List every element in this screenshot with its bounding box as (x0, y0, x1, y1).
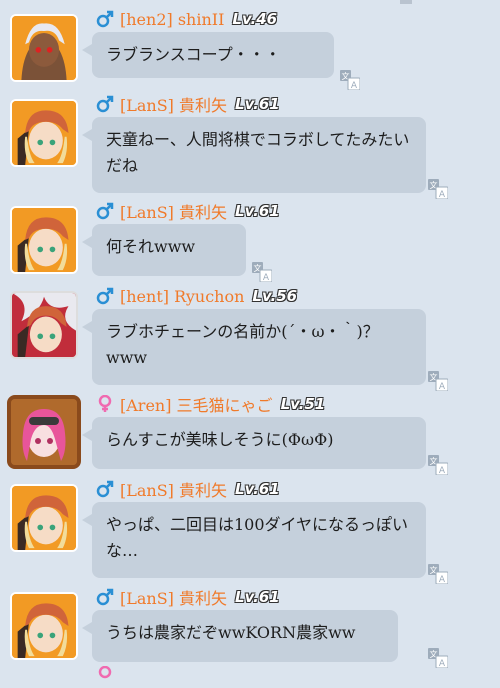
message-bubble: ラブランスコープ・・・ (82, 32, 334, 78)
message-text: うちは農家だぞwwKORN農家ww (106, 623, 356, 642)
male-icon (96, 287, 114, 305)
message-text: 天童ねー、人間将棋でコラボしてたみたいだね (106, 130, 410, 175)
translate-icon[interactable]: 文A (252, 262, 273, 283)
sender-name[interactable]: [LanS] 貴利矢 (120, 199, 227, 223)
scroll-indicator (400, 0, 412, 4)
translate-icon[interactable]: 文A (428, 648, 449, 669)
message-bubble: 何それwww (82, 224, 246, 276)
translate-icon[interactable]: 文A (428, 455, 449, 476)
avatar[interactable] (10, 206, 78, 274)
svg-text:A: A (439, 190, 446, 199)
translate-icon[interactable]: 文A (428, 179, 449, 200)
svg-text:A: A (439, 382, 446, 391)
level-badge: Lv.56 (252, 287, 298, 305)
message-text: ラブランスコープ・・・ (106, 45, 281, 64)
level-badge: Lv.61 (235, 588, 280, 606)
level-badge: Lv.61 (235, 202, 280, 220)
translate-icon[interactable]: 文A (428, 371, 449, 392)
message-text: らんすこが美味しそうに(ΦωΦ) (106, 430, 334, 449)
male-icon (96, 10, 114, 28)
message-bubble: うちは農家だぞwwKORN農家ww (82, 610, 398, 662)
message-bubble: 天童ねー、人間将棋でコラボしてたみたいだね (82, 117, 426, 193)
female-icon (96, 394, 114, 413)
svg-text:A: A (439, 659, 446, 668)
sender-name[interactable]: [Aren] 三毛猫にゃご (120, 392, 273, 416)
avatar[interactable] (10, 99, 78, 167)
avatar[interactable] (10, 14, 78, 82)
male-icon (96, 480, 114, 498)
sender-name[interactable]: [LanS] 貴利矢 (120, 585, 227, 609)
message-text: ラブホチェーンの名前か(´・ω・｀)？www (106, 322, 379, 367)
male-icon (96, 588, 114, 606)
male-icon (96, 95, 114, 113)
level-badge: Lv.46 (232, 10, 278, 28)
avatar[interactable] (10, 484, 78, 552)
translate-icon[interactable]: 文A (428, 564, 449, 585)
message-bubble: やっぱ、二回目は100ダイヤになるっぽいな… (82, 502, 426, 578)
message-bubble: ラブホチェーンの名前か(´・ω・｀)？www (82, 309, 426, 385)
translate-icon[interactable]: 文A (340, 70, 361, 91)
message-text: やっぱ、二回目は100ダイヤになるっぽいな… (106, 515, 409, 560)
svg-text:A: A (263, 273, 270, 282)
sender-name[interactable]: [LanS] 貴利矢 (120, 92, 227, 116)
male-icon (96, 202, 114, 220)
svg-text:A: A (351, 81, 358, 90)
message-text: 何それwww (106, 237, 196, 256)
message-bubble: らんすこが美味しそうに(ΦωΦ) (82, 417, 426, 469)
sender-name[interactable]: [hent] Ryuchon (120, 287, 244, 306)
level-badge: Lv.61 (235, 480, 280, 498)
svg-text:A: A (439, 466, 446, 475)
level-badge: Lv.61 (235, 95, 280, 113)
sender-name[interactable]: [LanS] 貴利矢 (120, 477, 227, 501)
avatar[interactable] (10, 592, 78, 660)
female-icon (96, 665, 114, 684)
avatar[interactable] (7, 395, 81, 469)
svg-text:A: A (439, 575, 446, 584)
sender-name[interactable]: [hen2] shinII (120, 10, 224, 29)
avatar[interactable] (10, 291, 78, 359)
level-badge: Lv.51 (280, 395, 326, 413)
